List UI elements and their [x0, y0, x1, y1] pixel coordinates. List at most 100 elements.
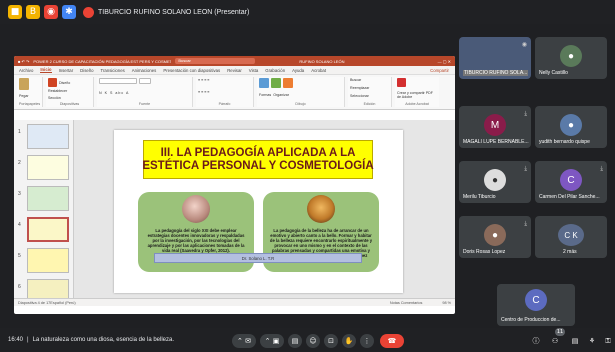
ppt-user[interactable]: RUFINO SOLANO LEÓN [299, 59, 344, 64]
notes-comments[interactable]: Notas Comentarios [390, 301, 423, 305]
paste-icon[interactable] [19, 78, 29, 90]
emoji-button[interactable]: ☺ [306, 334, 320, 348]
new-slide-icon[interactable] [48, 78, 57, 87]
participant-tile[interactable]: ⤓ ● Doris Rosas Lopez [459, 216, 531, 258]
tab-inicio[interactable]: Inicio [40, 67, 52, 73]
participant-name: Nelly Castillo [539, 70, 568, 76]
font-size-select[interactable] [139, 78, 151, 84]
avatar: C [560, 169, 582, 191]
shapes-icon[interactable] [259, 78, 269, 88]
leave-call-button[interactable]: ☎ [380, 334, 404, 348]
app-icon-yellow[interactable]: ■ [8, 5, 22, 19]
thumb-number: 5 [18, 253, 21, 259]
tab-animaciones[interactable]: Animaciones [132, 68, 157, 73]
editor-area: 1 2 3 4 5 6 III. LA PEDAGOGÍA APLICADA A… [14, 120, 455, 306]
create-pdf-label[interactable]: Crear y compartir PDF de Adobe [397, 91, 437, 99]
present-button[interactable]: ⊡ [324, 334, 338, 348]
share-button[interactable]: Compartir [430, 68, 449, 73]
slide-thumbnail[interactable] [27, 124, 69, 149]
participant-tile[interactable]: ● Nelly Castillo [535, 37, 607, 79]
avatar-group: C K [558, 224, 584, 246]
pdf-icon[interactable] [397, 78, 406, 87]
language-label[interactable]: Español (Perú) [50, 301, 75, 305]
group-label-edicion: Edición [363, 102, 376, 106]
replace-label[interactable]: Reemplazar [350, 86, 389, 90]
participant-tile[interactable]: ● yudith bernardo quispe [535, 106, 607, 148]
avatar: M [484, 114, 506, 136]
tab-diseno[interactable]: Diseño [80, 68, 93, 73]
align-buttons[interactable]: ≡ ≡ ≡ ≡ [198, 90, 209, 94]
raise-hand-button[interactable]: ✋ [342, 334, 356, 348]
ppt-save-icon[interactable]: ■ ↶ ↷ [18, 59, 29, 64]
more-participants-label: 2 más [563, 249, 577, 255]
app-icon-orange[interactable]: B [26, 5, 40, 19]
arrange-label[interactable]: Organizar [273, 93, 289, 97]
arrange-icon[interactable] [271, 78, 281, 88]
clock: 16:40 [8, 337, 24, 343]
tab-insertar[interactable]: Insertar [59, 68, 74, 73]
mic-off-icon: ⤓ [524, 165, 527, 172]
select-label[interactable]: Seleccionar [350, 94, 389, 98]
slide-title: III. LA PEDAGOGÍA APLICADA A LA ESTÉTICA… [142, 140, 374, 179]
more-options-button[interactable]: ⋮ [360, 334, 374, 348]
participant-name: TIBURCIO RUFINO SOLA... [463, 70, 529, 76]
font-name-select[interactable] [99, 78, 137, 84]
presenter-label: TIBURCIO RUFINO SOLANO LEON (Presentar) [83, 6, 250, 18]
ppt-search-input[interactable]: Buscar [175, 58, 256, 64]
meet-window: ■ B ◉ ✱ TIBURCIO RUFINO SOLANO LEON (Pre… [0, 0, 615, 352]
window-controls-icon[interactable]: — ▢ ✕ [438, 59, 451, 64]
quick-styles-icon[interactable] [283, 78, 293, 88]
layout-label[interactable]: Diseño [59, 81, 70, 85]
slide-thumbnail-selected[interactable] [27, 217, 69, 242]
group-edicion: Buscar Reemplazar Seleccionar Edición [348, 77, 392, 107]
app-icon-red[interactable]: ◉ [44, 5, 58, 19]
avatar: ● [560, 45, 582, 67]
info-icon[interactable]: ⓘ [530, 334, 542, 348]
app-icon-blue[interactable]: ✱ [62, 5, 76, 19]
zoom-level[interactable]: 98 % [442, 301, 451, 305]
reset-label[interactable]: Restablecer [48, 89, 67, 93]
tab-presentacion[interactable]: Presentación con diapositivas [163, 68, 220, 73]
presenting-dot-icon [83, 6, 94, 18]
captions-button[interactable]: ▤ [288, 334, 302, 348]
current-slide[interactable]: III. LA PEDAGOGÍA APLICADA A LA ESTÉTICA… [114, 130, 403, 293]
mic-off-icon: ⤓ [600, 165, 603, 172]
meeting-name: La naturaleza como una diosa, esencia de… [32, 337, 175, 343]
chat-icon[interactable]: ▤ [568, 334, 582, 348]
thumb-number: 4 [18, 222, 21, 228]
slide-thumbnail[interactable] [27, 186, 69, 211]
section-label[interactable]: Sección [48, 96, 61, 100]
paste-label[interactable]: Pegar [19, 94, 40, 98]
avatar: ● [560, 114, 582, 136]
font-style-buttons[interactable]: N K S abc A [99, 91, 129, 95]
lock-icon[interactable]: ⚿ [602, 334, 614, 348]
mic-button[interactable]: ⌃ ✉ [232, 334, 256, 348]
slide-thumbnail[interactable] [27, 248, 69, 273]
people-icon[interactable]: ⚇ [548, 334, 562, 348]
shapes-label[interactable]: Formas [259, 93, 271, 97]
participant-tile-more[interactable]: C K 2 más [535, 216, 607, 258]
participant-tile[interactable]: ⤓ C Carmen Del Pilar Sanche... [535, 161, 607, 203]
tab-vista[interactable]: Vista [249, 68, 258, 73]
tab-archivo[interactable]: Archivo [19, 68, 33, 73]
ppt-statusbar: Diapositiva 4 de 17 Español (Perú) Notas… [14, 298, 455, 306]
camera-button[interactable]: ⌃ ▣ [260, 334, 284, 348]
presenter-name: TIBURCIO RUFINO SOLANO LEON (Presentar) [98, 8, 250, 16]
participant-count-badge: 11 [555, 328, 565, 336]
find-label[interactable]: Buscar [350, 78, 389, 82]
participant-tile[interactable]: ⤓ ● Merilu Tiburcio [459, 161, 531, 203]
tab-revisar[interactable]: Revisar [227, 68, 242, 73]
activities-icon[interactable]: ⚘ [586, 334, 598, 348]
participant-tile[interactable]: ◉ TIBURCIO RUFINO SOLA... [459, 37, 531, 79]
tab-acrobat[interactable]: Acrobat [311, 68, 326, 73]
ppt-search-placeholder: Buscar [178, 58, 191, 63]
ribbon-tabs: Archivo Inicio Insertar Diseño Transicio… [14, 66, 455, 75]
tab-grabacion[interactable]: Grabación [265, 68, 285, 73]
slide-thumbnail[interactable] [27, 155, 69, 180]
paragraph-buttons[interactable]: ≡ ≡ ≡ ≡ [198, 78, 209, 82]
tab-transiciones[interactable]: Transiciones [101, 68, 125, 73]
participant-tile[interactable]: C Centro de Produccion de... [497, 284, 575, 326]
participant-tile[interactable]: ⤓ M MAGALI LUPE BERNABLE... [459, 106, 531, 148]
avatar: C [525, 289, 547, 311]
tab-ayuda[interactable]: Ayuda [292, 68, 304, 73]
